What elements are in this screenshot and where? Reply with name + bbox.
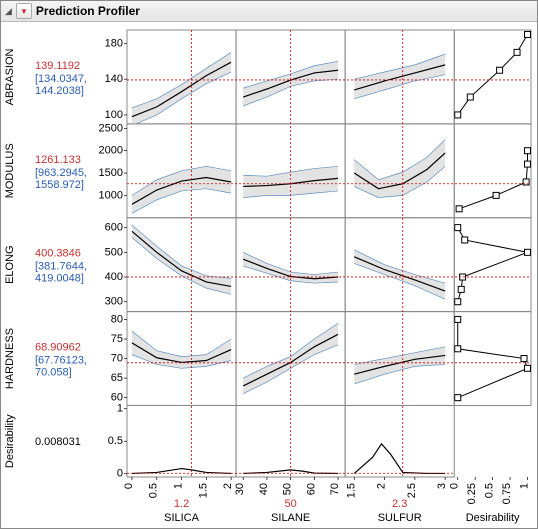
response-label: ABRASION — [4, 48, 16, 105]
ci-value: 70.058] — [35, 367, 72, 379]
svg-text:70: 70 — [329, 483, 341, 495]
svg-text:40: 40 — [258, 483, 270, 495]
svg-text:180: 180 — [105, 37, 123, 49]
svg-text:2.5: 2.5 — [406, 483, 418, 498]
pred-value: 68.90962 — [35, 342, 81, 354]
profiler-body: 100140180ABRASION1000150020002500MODULUS… — [1, 22, 537, 528]
svg-text:0.25: 0.25 — [466, 483, 478, 504]
factor-label: SILANE — [271, 512, 310, 524]
factor-value[interactable]: 1.2 — [174, 498, 189, 510]
svg-text:2: 2 — [376, 483, 388, 489]
svg-text:2: 2 — [222, 483, 234, 489]
ci-value: [134.0347, — [35, 73, 87, 85]
panel-title: Prediction Profiler — [36, 4, 140, 18]
svg-text:0.5: 0.5 — [484, 483, 496, 498]
pred-value: 400.3846 — [35, 248, 81, 260]
svg-text:3: 3 — [436, 483, 448, 489]
response-label: MODULUS — [4, 143, 16, 198]
svg-text:1000: 1000 — [99, 189, 123, 201]
svg-text:0.75: 0.75 — [501, 483, 513, 504]
svg-text:70: 70 — [111, 353, 123, 365]
factor-label: SILICA — [164, 512, 200, 524]
svg-text:140: 140 — [105, 73, 123, 85]
ci-value: 144.2038] — [35, 85, 84, 97]
svg-text:0: 0 — [449, 483, 461, 489]
cell[interactable] — [127, 218, 236, 312]
ci-value: [67.76123, — [35, 355, 87, 367]
svg-text:1.5: 1.5 — [197, 483, 209, 498]
red-triangle-menu[interactable]: ▼ — [16, 3, 32, 19]
factor-value[interactable]: 2.3 — [392, 498, 407, 510]
svg-text:0: 0 — [117, 468, 123, 480]
svg-text:1: 1 — [519, 483, 531, 489]
svg-text:500: 500 — [105, 246, 123, 258]
factor-value[interactable]: 50 — [284, 498, 296, 510]
desirability-label: Desirability — [466, 512, 520, 524]
cell[interactable] — [454, 312, 531, 406]
svg-text:100: 100 — [105, 109, 123, 121]
ci-value: [381.7644, — [35, 261, 87, 273]
svg-text:300: 300 — [105, 296, 123, 308]
ci-value: [963.2945, — [35, 167, 87, 179]
response-label: Desirability — [4, 414, 16, 468]
svg-text:60: 60 — [305, 483, 317, 495]
disclosure-icon[interactable]: ◢ — [5, 6, 12, 17]
svg-text:80: 80 — [111, 313, 123, 325]
svg-text:75: 75 — [111, 333, 123, 345]
svg-text:65: 65 — [111, 372, 123, 384]
svg-text:1: 1 — [173, 483, 185, 489]
cell[interactable] — [454, 124, 531, 218]
ci-value: 1558.972] — [35, 179, 84, 191]
cell[interactable] — [127, 405, 236, 477]
factor-label: SULFUR — [378, 512, 422, 524]
svg-text:2500: 2500 — [99, 122, 123, 134]
pred-value: 1261.133 — [35, 154, 81, 166]
response-label: ELONG — [4, 245, 16, 284]
svg-text:600: 600 — [105, 222, 123, 234]
svg-text:0.5: 0.5 — [148, 483, 160, 498]
desirability-value: 0.008031 — [35, 436, 81, 448]
svg-text:0: 0 — [123, 483, 135, 489]
svg-text:400: 400 — [105, 271, 123, 283]
svg-text:2000: 2000 — [99, 145, 123, 157]
cell[interactable] — [454, 218, 531, 312]
profiler-titlebar: ◢ ▼ Prediction Profiler — [1, 1, 537, 22]
svg-text:30: 30 — [234, 483, 246, 495]
response-label: HARDNESS — [4, 328, 16, 389]
svg-text:1500: 1500 — [99, 167, 123, 179]
ci-value: 419.0048] — [35, 273, 84, 285]
pred-value: 139.1192 — [35, 60, 80, 72]
svg-text:0.5: 0.5 — [108, 435, 123, 447]
svg-text:50: 50 — [282, 483, 294, 495]
svg-text:1: 1 — [117, 403, 123, 415]
svg-text:1.5: 1.5 — [345, 483, 357, 498]
